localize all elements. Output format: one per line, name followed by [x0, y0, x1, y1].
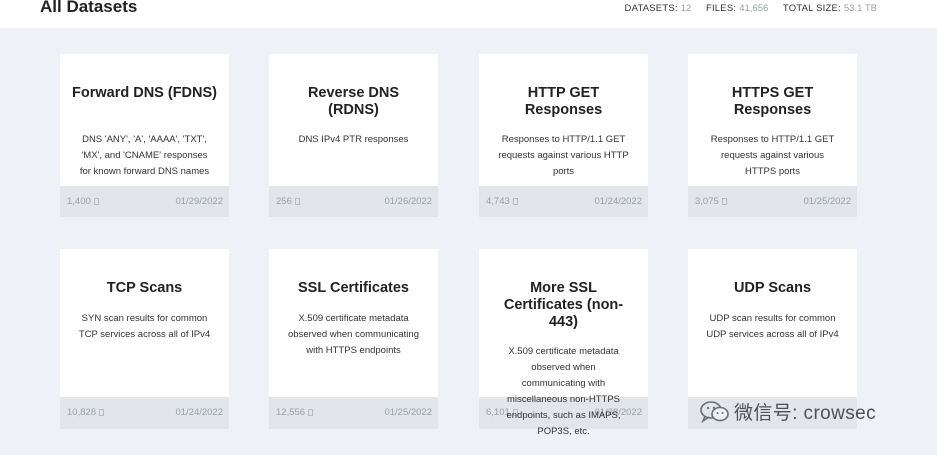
wechat-icon: [700, 401, 729, 424]
file-icon: [99, 409, 105, 416]
stat-value: 41,656: [739, 3, 769, 14]
card-title: Forward DNS (FDNS): [72, 85, 217, 101]
card-title: HTTPS GET Responses: [731, 85, 814, 118]
file-icon: [93, 198, 99, 205]
stat-label: DATASETS:: [624, 3, 678, 14]
file-icon: [512, 198, 518, 205]
stat-label: TOTAL SIZE:: [782, 3, 841, 14]
card-description: SYN scan results for common TCP services…: [78, 313, 211, 340]
card-date: 01/29/2022: [175, 196, 223, 207]
card-footer: 10,828 01/24/2022: [60, 397, 229, 429]
card-footer: 1,400 01/29/2022: [60, 186, 229, 217]
stats-summary: DATASETS: 12 FILES: 41,656 TOTAL SIZE: 53.1…: [613, 3, 877, 14]
card-description: DNS 'ANY', 'A', 'AAAA', 'TXT', 'MX', and…: [79, 134, 210, 177]
card-title: HTTP GET Responses: [524, 85, 603, 118]
card-title: UDP Scans: [733, 280, 812, 296]
card-description: UDP scan results for common UDP services…: [706, 313, 839, 340]
card-description: Responses to HTTP/1.1 GET requests again…: [498, 134, 629, 177]
card-date: 01/25/2022: [384, 407, 432, 418]
card-footer: 256 01/26/2022: [269, 186, 438, 217]
card-footer: 3,075 01/25/2022: [688, 186, 857, 217]
file-count: 1,400: [67, 196, 99, 207]
stat-label: FILES:: [705, 3, 737, 14]
stat-value: 12: [680, 3, 692, 14]
stat-datasets: DATASETS: 12: [625, 3, 692, 14]
dataset-card-fdns[interactable]: Forward DNS (FDNS) DNS 'ANY', 'A', 'AAAA…: [60, 54, 229, 217]
stat-files: FILES: 41,656: [706, 3, 768, 14]
card-description: Responses to HTTP/1.1 GET requests again…: [710, 134, 835, 177]
file-icon: [308, 409, 314, 416]
card-date: 01/25/2022: [803, 196, 851, 207]
file-count: 12,556: [276, 407, 314, 418]
dataset-card-more-ssl-certificates[interactable]: 6,101 01/28/2022 More SSL Certificates (…: [479, 249, 648, 455]
card-date: 01/24/2022: [175, 407, 223, 418]
card-date: 01/24/2022: [594, 196, 642, 207]
file-count: 10,828: [67, 407, 105, 418]
dataset-card-https-get[interactable]: HTTPS GET Responses Responses to HTTP/1.…: [688, 54, 857, 217]
card-footer: 4,743 01/24/2022: [479, 186, 648, 217]
card-footer: 12,556 01/25/2022: [269, 397, 438, 429]
dataset-card-rdns[interactable]: Reverse DNS (RDNS) DNS IPv4 PTR response…: [269, 54, 438, 217]
dataset-card-tcp-scans[interactable]: TCP Scans SYN scan results for common TC…: [60, 249, 229, 429]
file-icon: [294, 198, 300, 205]
card-title: SSL Certificates: [298, 280, 409, 296]
watermark-text: 微信号: crowsec: [734, 403, 877, 424]
page-title: All Datasets: [40, 0, 138, 16]
card-description: X.509 certificate metadata observed when…: [288, 313, 419, 356]
card-title: Reverse DNS (RDNS): [307, 85, 400, 118]
stat-value: 53.1 TB: [843, 3, 877, 14]
card-description: X.509 certificate metadata observed when…: [506, 346, 621, 437]
header-bar: All Datasets DATASETS: 12 FILES: 41,656 TO…: [0, 0, 937, 28]
card-title: TCP Scans: [106, 280, 183, 296]
dataset-card-http-get[interactable]: HTTP GET Responses Responses to HTTP/1.1…: [479, 54, 648, 217]
dataset-card-ssl-certificates[interactable]: SSL Certificates X.509 certificate metad…: [269, 249, 438, 429]
file-count: 4,743: [486, 196, 518, 207]
file-count: 3,075: [695, 196, 727, 207]
card-description: DNS IPv4 PTR responses: [298, 134, 409, 145]
file-count: 256: [276, 196, 300, 207]
card-date: 01/26/2022: [384, 196, 432, 207]
stat-total-size: TOTAL SIZE: 53.1 TB: [783, 3, 877, 14]
file-icon: [721, 198, 727, 205]
card-title: More SSL Certificates (non-443): [503, 280, 624, 330]
